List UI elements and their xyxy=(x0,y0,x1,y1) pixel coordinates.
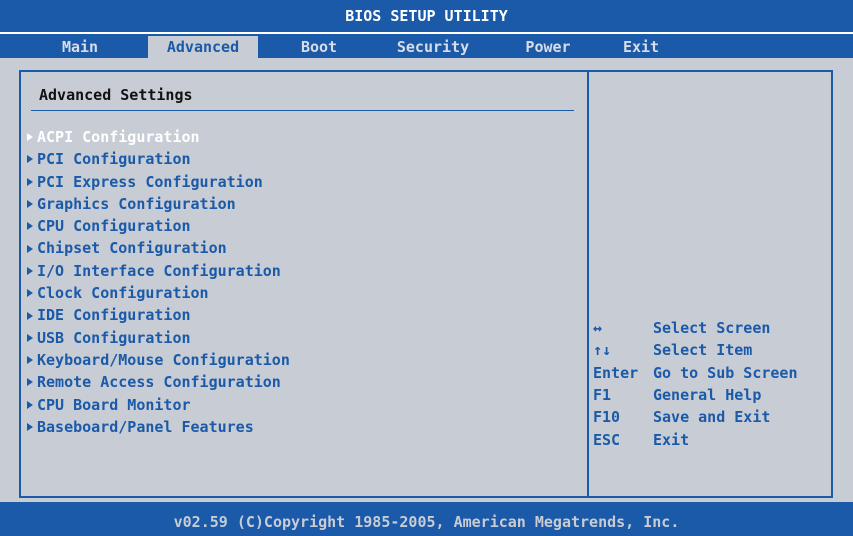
help-row-select-item: ↑↓ Select Item xyxy=(593,339,833,361)
menu-item-label: CPU Configuration xyxy=(37,217,191,236)
help-key: F10 xyxy=(593,408,621,427)
menu-item-label: Baseboard/Panel Features xyxy=(37,417,254,436)
menu-item-ide-configuration[interactable]: IDE Configuration xyxy=(27,304,290,326)
menu-item-label: USB Configuration xyxy=(37,328,191,347)
menu-item-label: CPU Board Monitor xyxy=(37,395,191,414)
menu-item-graphics-configuration[interactable]: Graphics Configuration xyxy=(27,193,290,215)
menu-item-io-interface-configuration[interactable]: I/O Interface Configuration xyxy=(27,260,290,282)
heading-rule xyxy=(31,110,574,111)
menu-item-label: Graphics Configuration xyxy=(37,194,236,213)
triangle-right-icon xyxy=(27,423,33,431)
menu-item-cpu-configuration[interactable]: CPU Configuration xyxy=(27,215,290,237)
triangle-right-icon xyxy=(27,266,33,275)
tab-main[interactable]: Main xyxy=(38,36,122,58)
tab-boot[interactable]: Boot xyxy=(284,36,354,58)
menu-item-clock-configuration[interactable]: Clock Configuration xyxy=(27,282,290,304)
menu-item-acpi-configuration[interactable]: ACPI Configuration xyxy=(27,126,290,148)
help-row-esc: ESC Exit xyxy=(593,428,833,450)
menu-item-keyboard-mouse-configuration[interactable]: Keyboard/Mouse Configuration xyxy=(27,349,290,371)
settings-frame: Advanced Settings ACPI Configuration PCI… xyxy=(19,70,833,498)
triangle-right-icon xyxy=(27,333,33,342)
help-key: ESC xyxy=(593,430,621,449)
help-row-select-screen: ↔ Select Screen xyxy=(593,317,833,339)
help-desc: Select Item xyxy=(653,341,753,360)
tab-security[interactable]: Security xyxy=(378,36,488,58)
triangle-right-icon xyxy=(27,400,33,409)
triangle-right-icon xyxy=(27,155,33,164)
menu-item-pci-configuration[interactable]: PCI Configuration xyxy=(27,148,290,170)
triangle-right-icon xyxy=(27,200,33,209)
up-down-arrow-icon: ↑↓ xyxy=(593,341,612,360)
menu-item-label: PCI Configuration xyxy=(37,150,191,169)
triangle-right-icon xyxy=(27,378,33,387)
triangle-right-icon xyxy=(27,244,33,253)
triangle-right-icon xyxy=(27,356,33,365)
menu-item-baseboard-panel-features[interactable]: Baseboard/Panel Features xyxy=(27,416,290,438)
key-help-panel: ↔ Select Screen ↑↓ Select Item Enter Go to … xyxy=(593,317,833,451)
menu-item-label: ACPI Configuration xyxy=(37,128,200,146)
help-desc: Select Screen xyxy=(653,319,771,338)
help-desc: General Help xyxy=(653,386,762,405)
help-key: F1 xyxy=(593,386,612,405)
menu-item-label: Remote Access Configuration xyxy=(37,373,281,392)
menu-item-label: Chipset Configuration xyxy=(37,239,227,258)
menu-item-label: IDE Configuration xyxy=(37,306,191,325)
tab-exit[interactable]: Exit xyxy=(606,36,676,58)
triangle-right-icon xyxy=(27,222,33,231)
menu-item-label: Clock Configuration xyxy=(37,284,209,303)
menu-item-label: PCI Express Configuration xyxy=(37,172,263,191)
menu-item-pci-express-configuration[interactable]: PCI Express Configuration xyxy=(27,171,290,193)
help-key: Enter xyxy=(593,363,639,382)
tab-advanced[interactable]: Advanced xyxy=(148,36,258,58)
help-desc: Go to Sub Screen xyxy=(653,363,798,382)
panel-divider xyxy=(587,72,589,496)
tab-power[interactable]: Power xyxy=(506,36,590,58)
menu-item-label: Keyboard/Mouse Configuration xyxy=(37,350,290,369)
triangle-right-icon xyxy=(27,133,33,142)
help-desc: Save and Exit xyxy=(653,408,771,427)
menu-item-chipset-configuration[interactable]: Chipset Configuration xyxy=(27,237,290,259)
copyright-footer: v02.59 (C)Copyright 1985-2005, American … xyxy=(0,502,853,536)
menu-item-cpu-board-monitor[interactable]: CPU Board Monitor xyxy=(27,394,290,416)
help-row-f1: F1 General Help xyxy=(593,384,833,406)
panel-heading: Advanced Settings xyxy=(39,86,193,104)
setup-screen: Advanced Settings ACPI Configuration PCI… xyxy=(0,58,853,502)
menu-bar: Main Advanced Boot Security Power Exit xyxy=(0,32,853,58)
help-row-enter: Enter Go to Sub Screen xyxy=(593,362,833,384)
window-title: BIOS SETUP UTILITY xyxy=(0,0,853,32)
menu-item-label: I/O Interface Configuration xyxy=(37,261,281,280)
menu-item-usb-configuration[interactable]: USB Configuration xyxy=(27,327,290,349)
help-row-f10: F10 Save and Exit xyxy=(593,406,833,428)
triangle-right-icon xyxy=(27,289,33,298)
left-right-arrow-icon: ↔ xyxy=(593,319,603,338)
settings-menu: ACPI Configuration PCI Configuration PCI… xyxy=(27,126,290,438)
menu-item-remote-access-configuration[interactable]: Remote Access Configuration xyxy=(27,371,290,393)
triangle-right-icon xyxy=(27,311,33,320)
triangle-right-icon xyxy=(27,177,33,186)
help-desc: Exit xyxy=(653,430,690,449)
